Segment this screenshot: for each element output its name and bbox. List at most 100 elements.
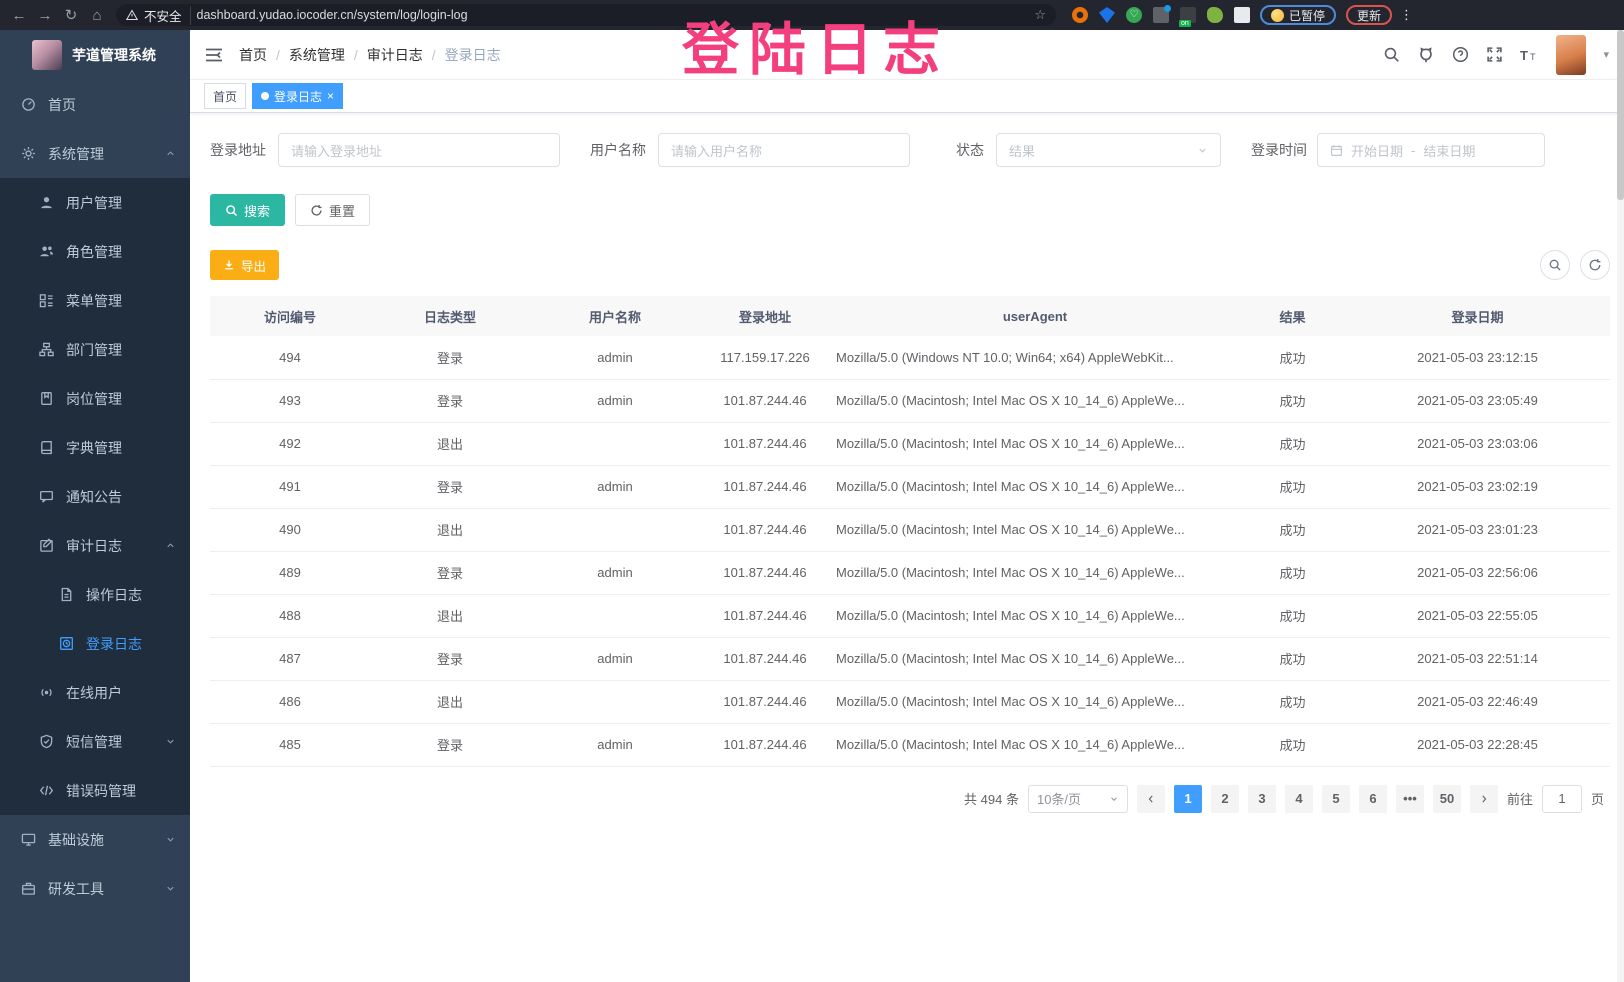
logo-image — [32, 40, 62, 70]
extension-icons: ♡ — [1072, 7, 1250, 23]
tab-home[interactable]: 首页 — [204, 83, 246, 109]
reload-icon[interactable]: ↻ — [58, 6, 84, 24]
username-label: 用户名称 — [590, 140, 646, 160]
page-size-select[interactable]: 10条/页 — [1028, 785, 1128, 813]
page-unit-label: 页 — [1591, 789, 1604, 808]
security-label[interactable]: 不安全 — [144, 6, 191, 25]
page-size-value: 10条/页 — [1037, 789, 1081, 808]
sidebar-item-label: 角色管理 — [66, 242, 122, 262]
next-page-button[interactable] — [1470, 785, 1498, 813]
sidebar-item-user-management[interactable]: 用户管理 — [0, 178, 190, 227]
grid-extension-icon[interactable] — [1153, 7, 1169, 23]
plant-extension-icon[interactable] — [1207, 7, 1223, 23]
refresh-table-button[interactable] — [1580, 250, 1610, 280]
sidebar-item-label: 字典管理 — [66, 438, 122, 458]
breadcrumb-separator: / — [354, 47, 358, 63]
status-select[interactable]: 结果 — [996, 133, 1221, 167]
cell-id: 488 — [210, 594, 370, 637]
prev-page-button[interactable] — [1137, 785, 1165, 813]
update-button[interactable]: 更新 — [1346, 5, 1392, 25]
cell-ip: 101.87.244.46 — [700, 723, 830, 766]
tab-login-log[interactable]: 登录日志 × — [252, 83, 343, 109]
cell-useragent: Mozilla/5.0 (Macintosh; Intel Mac OS X 1… — [830, 508, 1240, 551]
reset-button[interactable]: 重置 — [295, 194, 370, 226]
page-button-1[interactable]: 1 — [1174, 785, 1202, 813]
toggle-search-button[interactable] — [1540, 250, 1570, 280]
username-input[interactable]: 请输入用户名称 — [658, 133, 910, 167]
page-button-3[interactable]: 3 — [1248, 785, 1276, 813]
user-icon — [38, 195, 54, 211]
breadcrumb-audit-log[interactable]: 审计日志 — [367, 45, 423, 65]
cell-type: 登录 — [370, 336, 530, 379]
home-icon[interactable]: ⌂ — [84, 7, 110, 24]
cell-type: 登录 — [370, 723, 530, 766]
sidebar-item-menu-management[interactable]: 菜单管理 — [0, 276, 190, 325]
forward-icon[interactable]: → — [32, 7, 58, 24]
browser-menu-icon[interactable]: ⋮ — [1400, 7, 1413, 23]
close-icon[interactable]: × — [327, 89, 334, 103]
sidebar-item-notice-announcement[interactable]: 通知公告 — [0, 472, 190, 521]
export-button[interactable]: 导出 — [210, 250, 279, 280]
column-header-ip: 登录地址 — [700, 296, 830, 336]
avatar[interactable] — [1556, 35, 1586, 75]
sidebar-item-dev-tools[interactable]: 研发工具 — [0, 864, 190, 913]
sidebar-item-system-management[interactable]: 系统管理 — [0, 129, 190, 178]
cell-user — [530, 508, 700, 551]
app-logo[interactable]: 芋道管理系统 — [0, 30, 190, 80]
sidebar-item-label: 操作日志 — [86, 585, 142, 605]
back-icon[interactable]: ← — [6, 7, 32, 24]
cell-date: 2021-05-03 22:51:14 — [1345, 637, 1610, 680]
login-address-input[interactable]: 请输入登录地址 — [278, 133, 560, 167]
sidebar-item-dict-management[interactable]: 字典管理 — [0, 423, 190, 472]
green-heart-extension-icon[interactable]: ♡ — [1126, 7, 1142, 23]
address-bar[interactable]: 不安全 dashboard.yudao.iocoder.cn/system/lo… — [116, 4, 1056, 26]
cell-ip: 101.87.244.46 — [700, 379, 830, 422]
goto-page-input[interactable] — [1542, 785, 1582, 813]
login-time-range-picker[interactable]: 开始日期 - 结束日期 — [1317, 133, 1545, 167]
cell-user — [530, 422, 700, 465]
sidebar-item-infrastructure[interactable]: 基础设施 — [0, 815, 190, 864]
hamburger-icon[interactable] — [205, 47, 223, 63]
page-button-4[interactable]: 4 — [1285, 785, 1313, 813]
cell-result: 成功 — [1240, 465, 1345, 508]
sidebar-item-operation-log[interactable]: 操作日志 — [0, 570, 190, 619]
github-icon[interactable] — [1417, 46, 1435, 64]
more-pages-button[interactable]: ••• — [1396, 785, 1424, 813]
chevron-down-icon[interactable]: ▾ — [1603, 48, 1609, 61]
sidebar-item-dept-management[interactable]: 部门管理 — [0, 325, 190, 374]
table-row: 493登录admin101.87.244.46Mozilla/5.0 (Maci… — [210, 379, 1610, 422]
sidebar-item-role-management[interactable]: 角色管理 — [0, 227, 190, 276]
url-text[interactable]: dashboard.yudao.iocoder.cn/system/log/lo… — [197, 8, 1029, 22]
paused-chip[interactable]: 已暂停 — [1260, 5, 1336, 25]
page-button-50[interactable]: 50 — [1433, 785, 1461, 813]
page-button-2[interactable]: 2 — [1211, 785, 1239, 813]
puzzle-extension-icon[interactable] — [1234, 7, 1250, 23]
sidebar-item-login-log[interactable]: 登录日志 — [0, 619, 190, 668]
sidebar-item-sms-management[interactable]: 短信管理 — [0, 717, 190, 766]
tree-icon — [38, 342, 54, 358]
cell-id: 490 — [210, 508, 370, 551]
breadcrumb-system-management[interactable]: 系统管理 — [289, 45, 345, 65]
search-button[interactable]: 搜索 — [210, 194, 285, 226]
bookmark-star-icon[interactable]: ☆ — [1034, 7, 1046, 23]
sidebar-item-online-users[interactable]: 在线用户 — [0, 668, 190, 717]
sidebar-item-audit-log[interactable]: 审计日志 — [0, 521, 190, 570]
cell-result: 成功 — [1240, 637, 1345, 680]
search-icon[interactable] — [1383, 46, 1400, 63]
scrollbar[interactable] — [1617, 30, 1624, 982]
font-size-icon[interactable]: TT — [1520, 47, 1539, 63]
list-on-extension-icon[interactable] — [1180, 7, 1196, 23]
scrollbar-thumb[interactable] — [1617, 30, 1624, 200]
page-button-5[interactable]: 5 — [1322, 785, 1350, 813]
breadcrumb-home[interactable]: 首页 — [239, 45, 267, 65]
page-button-6[interactable]: 6 — [1359, 785, 1387, 813]
chevron-down-icon — [1197, 145, 1208, 156]
cell-date: 2021-05-03 23:01:23 — [1345, 508, 1610, 551]
fullscreen-icon[interactable] — [1486, 46, 1503, 63]
blue-gem-extension-icon[interactable] — [1099, 7, 1115, 23]
sidebar-item-home[interactable]: 首页 — [0, 80, 190, 129]
help-icon[interactable] — [1452, 46, 1469, 63]
sidebar-item-post-management[interactable]: 岗位管理 — [0, 374, 190, 423]
orange-extension-icon[interactable] — [1072, 7, 1088, 23]
sidebar-item-error-code-management[interactable]: 错误码管理 — [0, 766, 190, 815]
